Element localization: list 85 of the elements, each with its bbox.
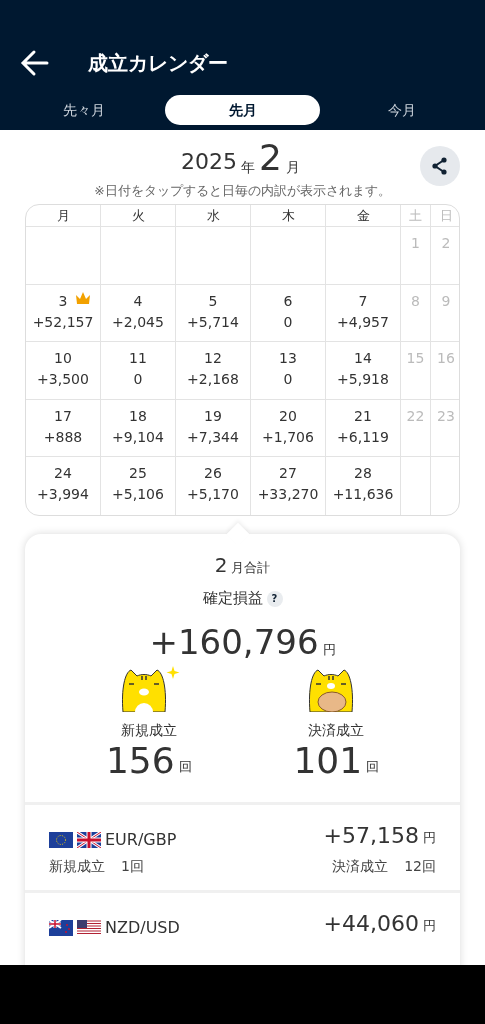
day-profit: +5,714 (187, 312, 239, 331)
profit-unit: 円 (322, 641, 336, 659)
close-label: 決済成立 (332, 857, 389, 874)
day-profit: +33,270 (257, 485, 319, 503)
back-button[interactable] (20, 48, 50, 78)
day-number[interactable]: 11 (129, 349, 147, 367)
month-tab[interactable]: 先々月 (6, 95, 161, 125)
year-unit: 年 (241, 158, 256, 177)
day-number[interactable]: 6 (283, 291, 293, 310)
month-tab[interactable]: 先月 (165, 95, 320, 125)
flag-icon (77, 831, 101, 848)
day-profit: +3,994 (37, 485, 89, 503)
day-profit: +1,706 (262, 427, 314, 446)
stat-label: 新規成立 (120, 720, 177, 740)
day-profit: +7,344 (187, 427, 239, 446)
day-profit: +11,636 (332, 485, 394, 503)
summary-title: 月合計 (231, 559, 271, 575)
pair-profit: +44,060 (323, 909, 419, 938)
day-profit: +52,157 (32, 312, 94, 331)
day-number[interactable]: 5 (208, 291, 218, 310)
day-number[interactable]: 19 (204, 406, 222, 425)
open-label: 新規成立 (49, 857, 105, 874)
weekday-label: 水 (206, 208, 220, 223)
help-button[interactable]: ? (266, 590, 283, 607)
day-number[interactable]: 10 (54, 349, 72, 367)
day-profit: +5,106 (112, 485, 164, 503)
day-number[interactable]: 3 (58, 291, 68, 310)
count-unit: 回 (366, 758, 380, 776)
month-tab[interactable]: 今月 (324, 95, 479, 125)
day-profit: +4,957 (337, 312, 389, 331)
share-icon (430, 156, 450, 176)
day-profit: +9,104 (112, 427, 164, 446)
open-count: 1回 (121, 857, 144, 874)
day-number[interactable]: 17 (54, 406, 72, 425)
stat-count: 101 (293, 740, 363, 781)
day-profit: +3,500 (37, 370, 89, 388)
profit-unit: 円 (423, 917, 436, 935)
day-profit: +2,168 (187, 370, 239, 388)
day-number[interactable]: 27 (279, 464, 297, 482)
month-unit: 月 (285, 158, 300, 177)
day-profit: 0 (283, 312, 293, 331)
weekday-label: 土 (409, 208, 422, 223)
weekday-label: 金 (356, 208, 370, 223)
day-profit: +2,045 (112, 312, 164, 331)
day-number[interactable]: 21 (354, 406, 372, 425)
day-profit: +6,119 (337, 427, 389, 446)
month-number: 2 (259, 138, 282, 178)
day-profit: +5,170 (187, 485, 239, 503)
count-unit: 回 (178, 758, 192, 776)
hint-text: ※日付をタップすると日毎の内訳が表示されます。 (93, 182, 392, 200)
screen-title: 成立カレンダー (88, 50, 228, 77)
day-number[interactable]: 26 (204, 464, 222, 482)
day-profit: 0 (133, 370, 143, 388)
day-number[interactable]: 20 (279, 406, 297, 425)
day-number[interactable]: 14 (354, 349, 372, 367)
weekday-label: 月 (56, 208, 70, 223)
day-profit: +888 (43, 427, 83, 446)
weekday-label: 火 (131, 208, 145, 223)
day-profit: 0 (283, 370, 293, 388)
day-number[interactable]: 13 (279, 349, 297, 367)
flag-icon (49, 831, 73, 848)
flag-icon (49, 919, 73, 936)
weekday-label: 木 (281, 208, 295, 223)
day-number[interactable]: 7 (358, 291, 368, 310)
weekday-label: 日 (439, 208, 453, 223)
profit-unit: 円 (423, 829, 436, 847)
year-text: 2025 (181, 148, 238, 176)
day-number[interactable]: 12 (204, 349, 222, 367)
close-count: 12回 (404, 857, 436, 874)
profit-value: +160,796 (149, 620, 319, 664)
flag-icon (77, 919, 101, 936)
day-number[interactable]: 4 (133, 291, 143, 310)
share-button[interactable] (420, 146, 460, 186)
day-number[interactable]: 24 (54, 464, 72, 482)
day-number[interactable]: 28 (354, 464, 372, 482)
currency-pair: NZD/USD (105, 916, 180, 939)
summary-month: 2 (214, 552, 228, 577)
day-number[interactable]: 25 (129, 464, 147, 482)
day-number[interactable]: 18 (129, 406, 147, 425)
profit-label: 確定損益 (202, 588, 263, 610)
stat-count: 156 (105, 740, 175, 781)
day-profit: +5,918 (337, 370, 389, 388)
currency-pair: EUR/GBP (105, 828, 177, 851)
stat-label: 決済成立 (308, 720, 365, 740)
pair-profit: +57,158 (323, 821, 419, 850)
